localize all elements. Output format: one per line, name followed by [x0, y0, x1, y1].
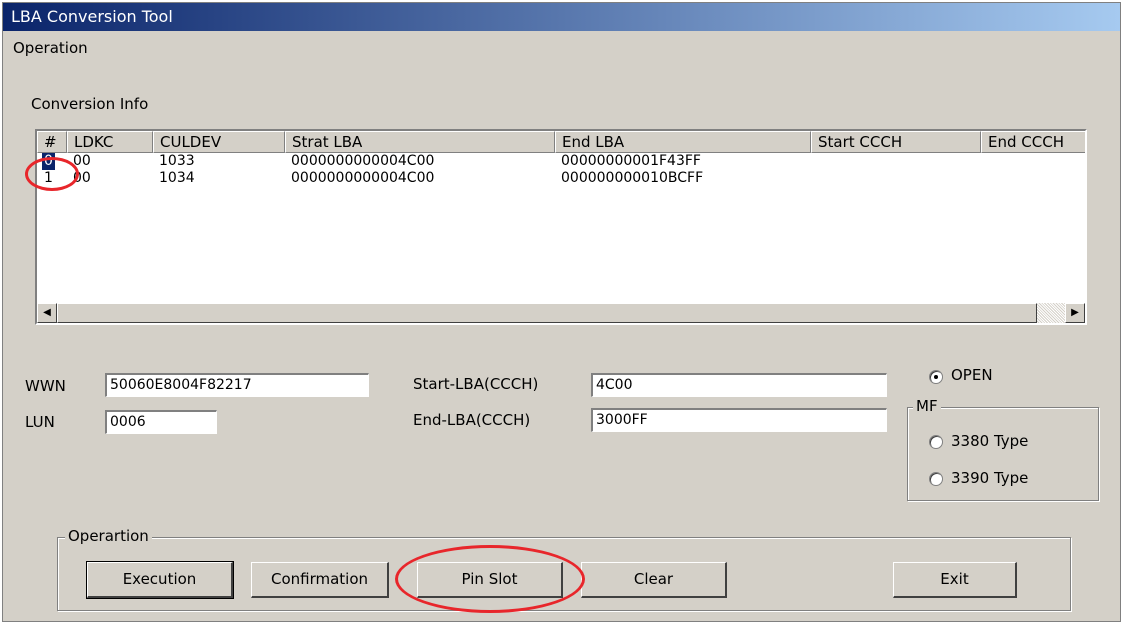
type3390-label[interactable]: 3390 Type	[951, 469, 1028, 487]
row-end-lba: 00000000001F43FF	[561, 153, 701, 169]
confirmation-button[interactable]: Confirmation	[251, 562, 389, 598]
title-bar: LBA Conversion Tool	[3, 3, 1120, 31]
open-radio-label[interactable]: OPEN	[951, 366, 993, 384]
exit-button[interactable]: Exit	[893, 562, 1017, 598]
row-index: 1	[44, 170, 53, 186]
clear-button[interactable]: Clear	[581, 562, 727, 598]
row-start-lba: 0000000000004C00	[291, 153, 435, 169]
table-row[interactable]: 0 00 1033 0000000000004C00 00000000001F4…	[37, 153, 1085, 170]
row-ldkc: 00	[73, 153, 91, 169]
operation-group-label: Operartion	[65, 527, 152, 545]
mf-group-label: MF	[913, 397, 941, 415]
scroll-right-icon[interactable]: ▶	[1065, 303, 1085, 323]
row-ldkc: 00	[73, 170, 91, 186]
column-header-ldkc[interactable]: LDKC	[67, 131, 153, 153]
row-start-lba: 0000000000004C00	[291, 170, 435, 186]
start-lba-field[interactable]: 4C00	[591, 373, 887, 397]
execution-button[interactable]: Execution	[86, 561, 234, 599]
table-row[interactable]: 1 00 1034 0000000000004C00 000000000010B…	[37, 170, 1085, 187]
menu-operation[interactable]: Operation	[13, 39, 88, 57]
conversion-info-label: Conversion Info	[31, 95, 149, 113]
scroll-track[interactable]	[1037, 303, 1065, 323]
column-header-end-ccch[interactable]: End CCCH	[981, 131, 1085, 153]
end-lba-label: End-LBA(CCCH)	[413, 411, 531, 429]
row-culdev: 1034	[159, 170, 195, 186]
end-lba-field[interactable]: 3000FF	[591, 408, 887, 432]
window-title: LBA Conversion Tool	[11, 7, 173, 26]
scroll-thumb[interactable]	[57, 303, 1037, 323]
wwn-label: WWN	[25, 377, 66, 395]
lun-label: LUN	[25, 413, 55, 431]
horizontal-scrollbar[interactable]: ◀ ▶	[37, 303, 1085, 323]
open-radio[interactable]	[929, 370, 943, 384]
type3380-radio[interactable]	[929, 435, 943, 449]
column-header-start-lba[interactable]: Strat LBA	[285, 131, 555, 153]
column-header-end-lba[interactable]: End LBA	[555, 131, 811, 153]
wwn-field[interactable]: 50060E8004F82217	[105, 373, 369, 397]
column-header-start-ccch[interactable]: Start CCCH	[811, 131, 981, 153]
row-culdev: 1033	[159, 153, 195, 169]
column-header-culdev[interactable]: CULDEV	[153, 131, 285, 153]
app-window: LBA Conversion Tool Operation Conversion…	[2, 2, 1121, 622]
list-header: # LDKC CULDEV Strat LBA End LBA Start CC…	[37, 131, 1085, 153]
start-lba-label: Start-LBA(CCCH)	[413, 375, 539, 393]
pin-slot-button[interactable]: Pin Slot	[417, 562, 563, 598]
scroll-left-icon[interactable]: ◀	[37, 303, 57, 323]
column-header-index[interactable]: #	[37, 131, 67, 153]
row-end-lba: 000000000010BCFF	[561, 170, 704, 186]
lun-field[interactable]: 0006	[105, 410, 217, 434]
type3380-label[interactable]: 3380 Type	[951, 432, 1028, 450]
conversion-list[interactable]: # LDKC CULDEV Strat LBA End LBA Start CC…	[35, 129, 1087, 325]
type3390-radio[interactable]	[929, 472, 943, 486]
row-index: 0	[42, 153, 55, 170]
